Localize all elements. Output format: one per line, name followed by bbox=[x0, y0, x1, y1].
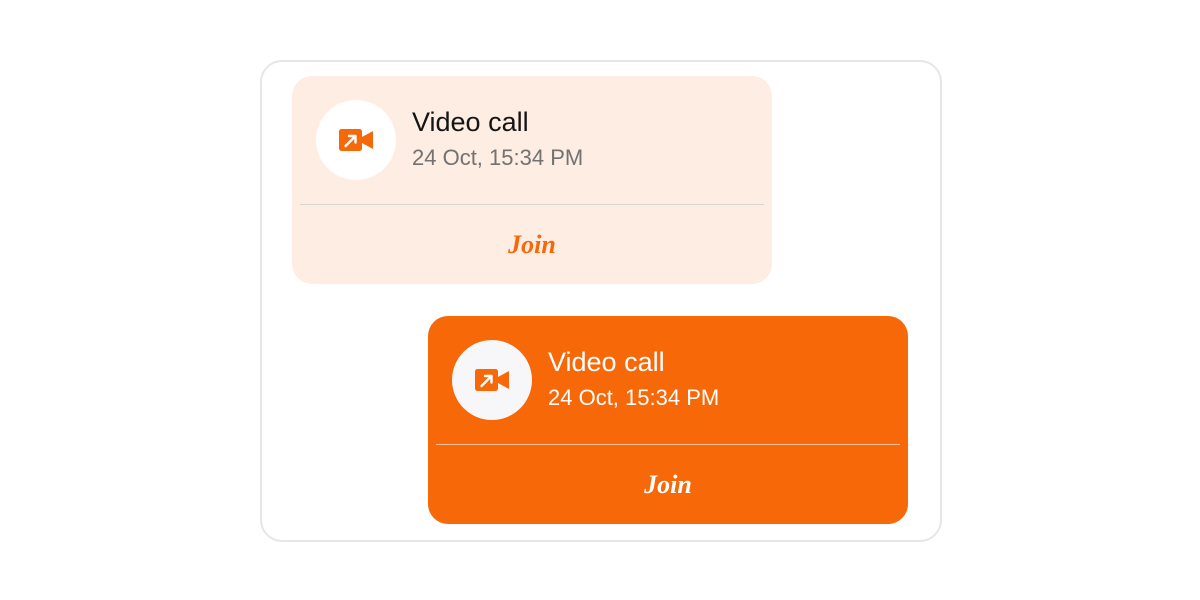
join-button[interactable]: Join bbox=[292, 206, 772, 284]
call-timestamp: 24 Oct, 15:34 PM bbox=[548, 385, 720, 410]
incoming-call-bubble: Video call 24 Oct, 15:34 PM Join bbox=[292, 76, 772, 284]
video-call-icon bbox=[475, 369, 509, 391]
call-timestamp: 24 Oct, 15:34 PM bbox=[412, 145, 584, 170]
call-icon-badge bbox=[452, 340, 532, 420]
call-title: Video call bbox=[412, 107, 529, 137]
bubble-divider bbox=[436, 444, 900, 445]
join-button[interactable]: Join bbox=[428, 446, 908, 524]
call-title: Video call bbox=[548, 347, 665, 377]
bubble-divider bbox=[300, 204, 764, 205]
call-icon-badge bbox=[316, 100, 396, 180]
video-call-icon bbox=[339, 129, 373, 151]
outgoing-call-bubble: Video call 24 Oct, 15:34 PM Join bbox=[428, 316, 908, 524]
